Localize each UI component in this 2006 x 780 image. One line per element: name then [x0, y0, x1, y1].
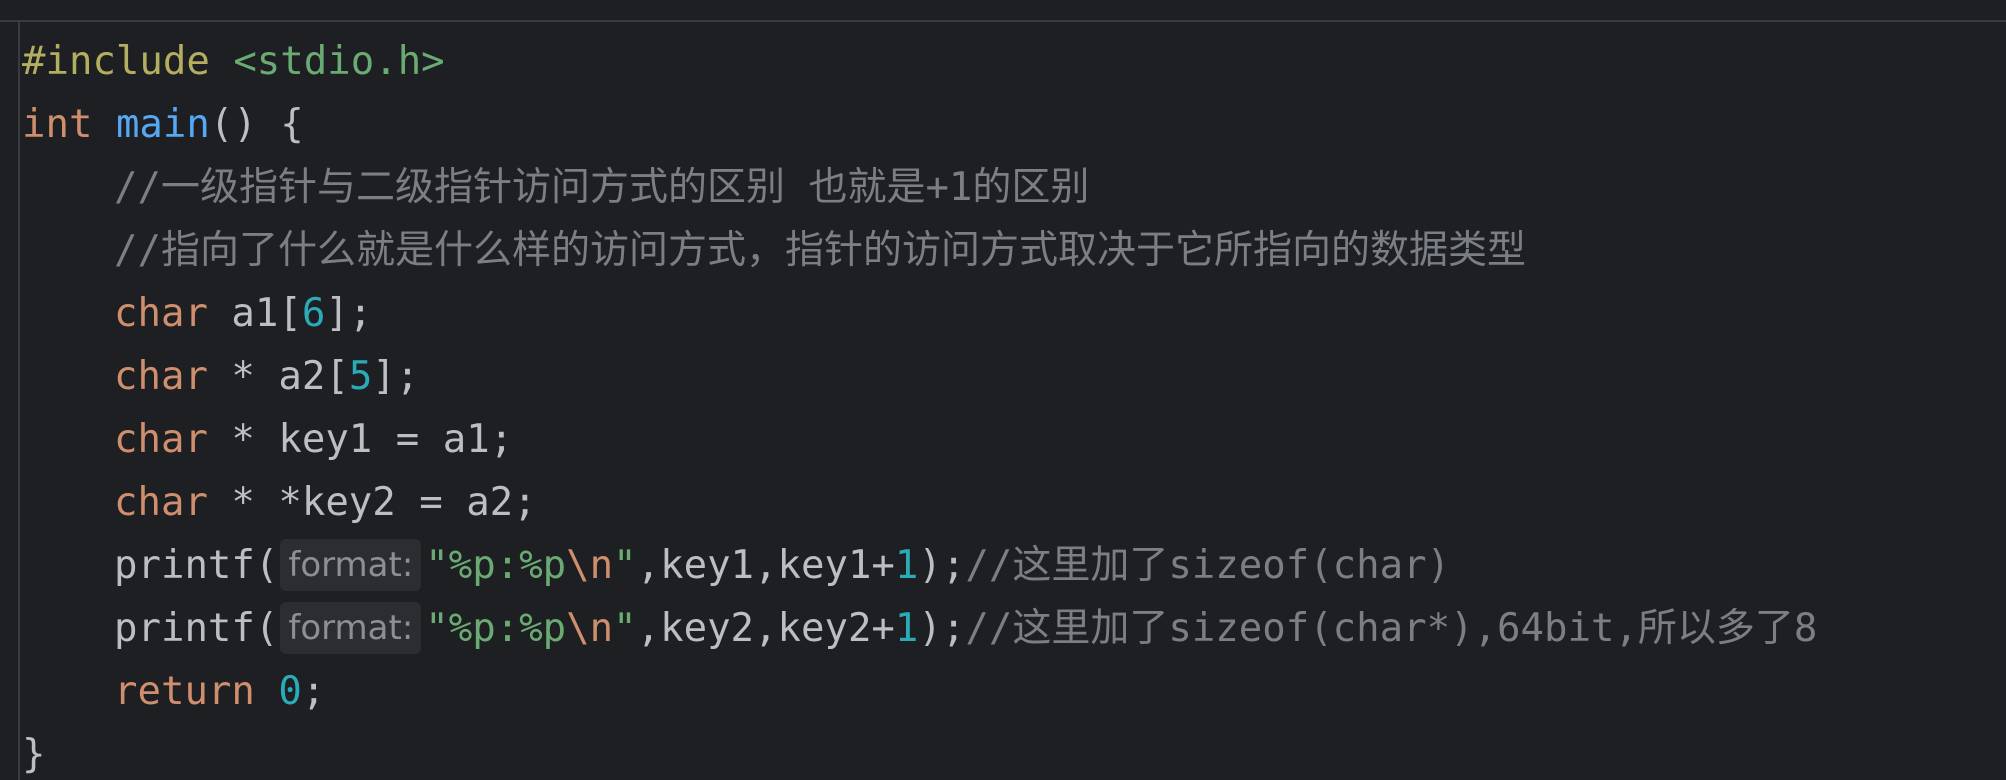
string-literal: "%p:%p [425, 543, 567, 588]
type-keyword: char [114, 417, 208, 462]
statement-end: ; [301, 669, 326, 714]
code-line-9[interactable]: printf(format: "%p:%p\n",key1,key1+1);//这… [22, 534, 1817, 597]
code-line-12[interactable]: } [22, 723, 1817, 780]
parameter-hint: format: [280, 539, 422, 591]
gutter-border [18, 22, 20, 780]
include-header: <stdio.h> [233, 39, 445, 84]
function-call: printf( [114, 606, 279, 651]
function-signature-rest: () { [209, 102, 304, 147]
declaration-end: ]; [372, 354, 420, 399]
editor-top-border [0, 20, 2006, 22]
return-keyword: return [114, 669, 255, 714]
string-literal: "%p:%p [425, 606, 567, 651]
call-arguments: ,key1,key1+ [636, 543, 895, 588]
return-type: int [22, 102, 93, 147]
type-keyword: char [114, 480, 208, 525]
code-line-5[interactable]: char a1[6]; [22, 282, 1817, 345]
type-keyword: char [114, 291, 208, 336]
code-line-10[interactable]: printf(format: "%p:%p\n",key2,key2+1);//这… [22, 597, 1817, 660]
call-end: ); [918, 606, 966, 651]
declaration-text: * *key2 = a2; [207, 480, 537, 525]
closing-brace: } [22, 732, 46, 777]
call-end: ); [918, 543, 966, 588]
escape-sequence: \n [566, 606, 614, 651]
string-literal-end: " [613, 606, 637, 651]
declaration-text: * a2[ [207, 354, 349, 399]
type-keyword: char [114, 354, 208, 399]
comment: //一级指针与二级指针访问方式的区别 也就是+1的区别 [114, 165, 1090, 210]
preprocessor-directive: #include [22, 39, 210, 84]
code-line-6[interactable]: char * a2[5]; [22, 345, 1817, 408]
number-literal: 6 [301, 291, 326, 336]
code-line-4[interactable]: //指向了什么就是什么样的访问方式，指针的访问方式取决于它所指向的数据类型 [22, 219, 1817, 282]
comment: //指向了什么就是什么样的访问方式，指针的访问方式取决于它所指向的数据类型 [114, 228, 1526, 273]
escape-sequence: \n [566, 543, 614, 588]
number-literal: 1 [894, 606, 919, 651]
string-literal-end: " [613, 543, 637, 588]
declaration-text: * key1 = a1; [207, 417, 514, 462]
function-name: main [115, 102, 210, 147]
call-arguments: ,key2,key2+ [636, 606, 895, 651]
code-line-1[interactable]: #include <stdio.h> [22, 30, 1817, 93]
code-area[interactable]: #include <stdio.h> int main() { //一级指针与二… [22, 30, 1817, 780]
code-line-8[interactable]: char * *key2 = a2; [22, 471, 1817, 534]
declaration-end: ]; [325, 291, 373, 336]
number-literal: 0 [278, 669, 302, 714]
code-line-2[interactable]: int main() { [22, 93, 1817, 156]
declaration-text: a1[ [207, 291, 302, 336]
function-call: printf( [114, 543, 279, 588]
comment: //这里加了sizeof(char*),64bit,所以多了8 [965, 606, 1818, 651]
comment: //这里加了sizeof(char) [965, 543, 1451, 588]
number-literal: 1 [894, 543, 919, 588]
code-line-3[interactable]: //一级指针与二级指针访问方式的区别 也就是+1的区别 [22, 156, 1817, 219]
code-line-11[interactable]: return 0; [22, 660, 1817, 723]
number-literal: 5 [348, 354, 373, 399]
code-editor[interactable]: #include <stdio.h> int main() { //一级指针与二… [0, 0, 2006, 780]
parameter-hint: format: [280, 602, 422, 654]
code-line-7[interactable]: char * key1 = a1; [22, 408, 1817, 471]
